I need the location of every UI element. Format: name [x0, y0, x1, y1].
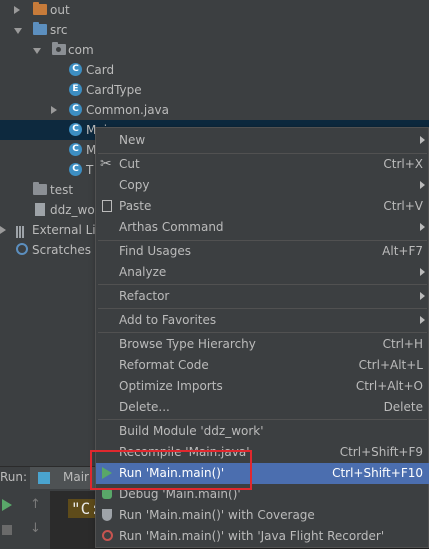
menu-item-label: Refactor [119, 289, 170, 303]
up-arrow-icon[interactable]: ↑ [30, 497, 41, 512]
class-icon: C [69, 163, 82, 176]
submenu-arrow-icon [420, 316, 425, 324]
tree-item-label: T [86, 163, 94, 177]
submenu-arrow-icon [420, 136, 425, 144]
menu-item-analyze[interactable]: Analyze [96, 262, 429, 283]
tree-item-label: Common.java [86, 103, 170, 117]
menu-item-label: Run 'Main.main()' with 'Java Flight Reco… [119, 529, 385, 543]
menu-separator [98, 419, 427, 420]
scissors-icon: ✂ [100, 156, 112, 172]
menu-item-add-to-favorites[interactable]: Add to Favorites [96, 310, 429, 331]
menu-item-run-with-jfr[interactable]: Run 'Main.main()' with 'Java Flight Reco… [96, 526, 429, 547]
menu-item-label: Delete... [119, 400, 170, 414]
menu-separator [98, 284, 427, 285]
submenu-arrow-icon [420, 268, 425, 276]
enum-icon: E [69, 83, 82, 96]
tree-item-label: out [50, 3, 70, 17]
menu-item-paste[interactable]: Paste Ctrl+V [96, 196, 429, 217]
menu-item-label: Arthas Command [119, 220, 224, 234]
menu-item-label: Paste [119, 199, 152, 213]
tree-item-label: Card [86, 63, 115, 77]
menu-item-label: Run 'Main.main()' with Coverage [119, 508, 315, 522]
menu-separator [98, 308, 427, 309]
menu-item-label: Build Module 'ddz_work' [119, 424, 264, 438]
menu-item-shortcut: Ctrl+Shift+F9 [339, 445, 423, 459]
menu-item-label: Analyze [119, 265, 167, 279]
menu-separator [98, 332, 427, 333]
menu-item-label: Optimize Imports [119, 379, 223, 393]
menu-item-shortcut: Delete [383, 400, 423, 414]
folder-icon [33, 182, 47, 195]
tree-item-label: External Lib [32, 223, 104, 237]
flight-recorder-icon [102, 530, 113, 541]
tree-item-label: ddz_wor [50, 203, 100, 217]
menu-item-run-with-coverage[interactable]: Run 'Main.main()' with Coverage [96, 505, 429, 526]
menu-item-shortcut: Ctrl+Shift+F10 [332, 466, 423, 480]
tree-item-label: Scratches a [32, 243, 103, 257]
menu-item-refactor[interactable]: Refactor [96, 286, 429, 307]
menu-item-label: Reformat Code [119, 358, 209, 372]
class-icon: C [69, 63, 82, 76]
tree-item-label: src [50, 23, 68, 37]
menu-item-build-module[interactable]: Build Module 'ddz_work' [96, 421, 429, 442]
menu-item-shortcut: Ctrl+V [383, 199, 423, 213]
clipboard-icon [102, 200, 112, 212]
run-config-icon [38, 472, 50, 484]
menu-item-shortcut: Ctrl+X [383, 157, 423, 171]
class-icon: C [69, 103, 82, 116]
menu-item-shortcut: Ctrl+Alt+O [355, 379, 423, 393]
menu-item-shortcut: Ctrl+Alt+L [358, 358, 423, 372]
source-folder-icon [33, 22, 47, 35]
scratches-icon [16, 243, 28, 255]
run-tab-label: Mair [63, 470, 89, 484]
menu-item-reformat-code[interactable]: Reformat Code Ctrl+Alt+L [96, 355, 429, 376]
stop-icon[interactable] [2, 525, 12, 535]
expand-arrow-icon[interactable] [0, 226, 6, 234]
menu-item-arthas-command[interactable]: Arthas Command [96, 217, 429, 238]
expand-arrow-icon[interactable] [14, 6, 20, 14]
class-icon: C [69, 123, 82, 136]
module-file-icon [35, 203, 45, 216]
submenu-arrow-icon [420, 292, 425, 300]
menu-item-optimize-imports[interactable]: Optimize Imports Ctrl+Alt+O [96, 376, 429, 397]
library-icon [16, 224, 28, 238]
menu-item-new[interactable]: New [96, 130, 429, 151]
tree-item-label: CardType [86, 83, 142, 97]
menu-item-delete[interactable]: Delete... Delete [96, 397, 429, 418]
submenu-arrow-icon [420, 181, 425, 189]
menu-item-shortcut: Ctrl+H [382, 337, 423, 351]
tree-item-label: com [68, 43, 94, 57]
folder-icon [33, 2, 47, 15]
run-panel-label: Run: [0, 470, 28, 484]
menu-item-label: Add to Favorites [119, 313, 217, 327]
run-toolbar: ↑ ↓ [0, 491, 50, 549]
annotation-highlight-box [90, 450, 252, 490]
menu-item-copy[interactable]: Copy [96, 175, 429, 196]
menu-item-find-usages[interactable]: Find Usages Alt+F7 [96, 241, 429, 262]
class-icon: C [69, 143, 82, 156]
menu-item-label: New [119, 133, 146, 147]
tree-item-label: test [50, 183, 74, 197]
menu-item-browse-type-hierarchy[interactable]: Browse Type Hierarchy Ctrl+H [96, 334, 429, 355]
coverage-icon [102, 509, 112, 521]
collapse-arrow-icon[interactable] [33, 48, 41, 54]
down-arrow-icon[interactable]: ↓ [30, 521, 41, 536]
menu-item-label: Copy [119, 178, 150, 192]
menu-item-shortcut: Alt+F7 [382, 244, 423, 258]
menu-item-label: Cut [119, 157, 140, 171]
expand-arrow-icon[interactable] [51, 106, 57, 114]
menu-item-label: Find Usages [119, 244, 192, 258]
submenu-arrow-icon [420, 223, 425, 231]
rerun-icon[interactable] [2, 499, 12, 511]
menu-item-label: Browse Type Hierarchy [119, 337, 256, 351]
package-icon [52, 42, 66, 55]
menu-item-cut[interactable]: ✂ Cut Ctrl+X [96, 154, 429, 175]
collapse-arrow-icon[interactable] [14, 28, 22, 34]
